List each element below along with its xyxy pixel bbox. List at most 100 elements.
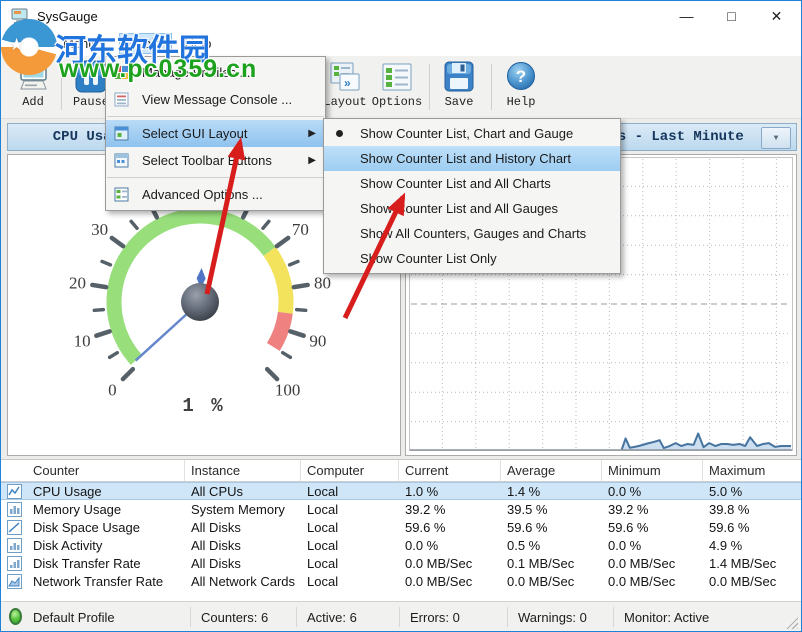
submenu-item-label: Show All Counters, Gauges and Charts (360, 226, 586, 241)
status-counters: Counters: 6 (191, 607, 297, 627)
area-chart-icon (7, 574, 22, 589)
cell-current: 0.0 MB/Sec (399, 574, 501, 589)
menu-item-view-message-console[interactable]: View Message Console ... (106, 86, 325, 113)
cell-instance: All Disks (185, 520, 301, 535)
status-bar: Default Profile Counters: 6 Active: 6 Er… (1, 601, 801, 632)
svg-text:30: 30 (91, 220, 108, 239)
table-row-disk-space-usage[interactable]: Disk Space Usage All Disks Local 59.6 % … (1, 518, 801, 536)
counters-table: Counter Instance Computer Current Averag… (1, 459, 801, 601)
submenu-item-counter-list-chart-gauge[interactable]: Show Counter List, Chart and Gauge (324, 121, 620, 146)
cell-minimum: 0.0 % (602, 538, 703, 553)
column-header-computer[interactable]: Computer (301, 460, 399, 481)
help-button-label: Help (507, 95, 536, 109)
submenu-item-label: Show Counter List Only (360, 251, 497, 266)
submenu-item-label: Show Counter List and All Gauges (360, 201, 558, 216)
menu-file[interactable]: File (7, 33, 50, 54)
table-row-disk-transfer-rate[interactable]: Disk Transfer Rate All Disks Local 0.0 M… (1, 554, 801, 572)
title-bar: SysGauge — □ ✕ (1, 1, 801, 31)
advanced-options-icon (114, 187, 129, 202)
status-warnings: Warnings: 0 (508, 607, 614, 627)
svg-text:90: 90 (309, 331, 326, 350)
help-icon: ? (504, 60, 538, 94)
cell-average: 0.0 MB/Sec (501, 574, 602, 589)
cell-current: 59.6 % (399, 520, 501, 535)
submenu-item-counter-list-all-charts[interactable]: Show Counter List and All Charts (324, 171, 620, 196)
pause-button-label: Pause (73, 95, 109, 109)
cell-instance: All Disks (185, 556, 301, 571)
column-header-maximum[interactable]: Maximum (703, 460, 801, 481)
menu-item-select-gui-layout[interactable]: Select GUI Layout ▶ (106, 120, 325, 147)
layout-icon: » (328, 60, 362, 94)
save-floppy-icon (442, 60, 476, 94)
add-button[interactable]: Add (5, 58, 61, 116)
status-active: Active: 6 (297, 607, 400, 627)
bar-chart-icon (7, 538, 22, 553)
bar-chart-icon (7, 556, 22, 571)
table-row-cpu-usage[interactable]: CPU Usage All CPUs Local 1.0 % 1.4 % 0.0… (1, 482, 801, 500)
column-header-instance[interactable]: Instance (185, 460, 301, 481)
app-icon (11, 8, 29, 24)
cell-counter: Memory Usage (27, 502, 185, 517)
menu-item-advanced-options[interactable]: Advanced Options ... (106, 181, 325, 208)
table-row-network-transfer-rate[interactable]: Network Transfer Rate All Network Cards … (1, 572, 801, 590)
cell-maximum: 0.0 MB/Sec (703, 574, 801, 589)
column-header-minimum[interactable]: Minimum (602, 460, 703, 481)
manage-profiles-icon (114, 65, 129, 80)
window-title: SysGauge (37, 9, 98, 24)
maximize-button[interactable]: □ (709, 1, 754, 31)
toolbar-separator (429, 64, 430, 110)
chart-options-dropdown[interactable]: ▼ (761, 127, 791, 149)
svg-text:?: ? (516, 67, 526, 86)
table-row-disk-activity[interactable]: Disk Activity All Disks Local 0.0 % 0.5 … (1, 536, 801, 554)
menu-monitor[interactable]: Monitor (52, 33, 117, 54)
cell-instance: System Memory (185, 502, 301, 517)
options-button-label: Options (372, 95, 422, 109)
chevron-down-icon: ▼ (774, 134, 779, 143)
radio-bullet-icon (336, 130, 343, 137)
cell-current: 1.0 % (399, 484, 501, 499)
cell-maximum: 1.4 MB/Sec (703, 556, 801, 571)
submenu-item-all-counters-gauges-charts[interactable]: Show All Counters, Gauges and Charts (324, 221, 620, 246)
close-button[interactable]: ✕ (754, 1, 799, 31)
column-header-current[interactable]: Current (399, 460, 501, 481)
cell-instance: All Network Cards (185, 574, 301, 589)
minimize-button[interactable]: — (664, 1, 709, 31)
cell-maximum: 4.9 % (703, 538, 801, 553)
menu-bar: File Monitor Tools Help (1, 31, 801, 56)
menu-help[interactable]: Help (174, 33, 223, 54)
cell-counter: Disk Activity (27, 538, 185, 553)
submenu-arrow-icon: ▶ (308, 128, 316, 139)
menu-item-manage-profiles[interactable]: Manage Profiles ... (106, 59, 325, 86)
cell-average: 39.5 % (501, 502, 602, 517)
menu-separator (107, 116, 324, 117)
help-button[interactable]: ? Help (493, 58, 549, 116)
menu-item-label: Advanced Options ... (142, 187, 263, 202)
submenu-item-counter-list-history-chart[interactable]: Show Counter List and History Chart (324, 146, 620, 171)
svg-text:»: » (344, 76, 351, 90)
save-button[interactable]: Save (431, 58, 487, 116)
options-button[interactable]: Options (369, 58, 425, 116)
cell-counter: Disk Transfer Rate (27, 556, 185, 571)
submenu-item-counter-list-only[interactable]: Show Counter List Only (324, 246, 620, 271)
cell-minimum: 0.0 MB/Sec (602, 556, 703, 571)
column-header-counter[interactable]: Counter (27, 460, 185, 481)
submenu-item-counter-list-all-gauges[interactable]: Show Counter List and All Gauges (324, 196, 620, 221)
gui-layout-submenu: Show Counter List, Chart and Gauge Show … (323, 118, 621, 274)
cell-computer: Local (301, 484, 399, 499)
cell-minimum: 0.0 % (602, 484, 703, 499)
table-header: Counter Instance Computer Current Averag… (1, 460, 801, 482)
cell-counter: CPU Usage (27, 484, 185, 499)
table-row-memory-usage[interactable]: Memory Usage System Memory Local 39.2 % … (1, 500, 801, 518)
menu-item-select-toolbar-buttons[interactable]: Select Toolbar Buttons ▶ (106, 147, 325, 174)
cell-instance: All CPUs (185, 484, 301, 499)
tools-menu: Manage Profiles ... View Message Console… (105, 56, 326, 211)
toolbar-separator (491, 64, 492, 110)
pause-icon (74, 60, 108, 94)
menu-item-label: Manage Profiles ... (142, 65, 250, 80)
resize-grip[interactable] (786, 617, 798, 629)
column-header-average[interactable]: Average (501, 460, 602, 481)
menu-tools[interactable]: Tools (119, 33, 171, 54)
diagonal-chart-icon (7, 520, 22, 535)
submenu-item-label: Show Counter List and History Chart (360, 151, 571, 166)
cell-computer: Local (301, 520, 399, 535)
